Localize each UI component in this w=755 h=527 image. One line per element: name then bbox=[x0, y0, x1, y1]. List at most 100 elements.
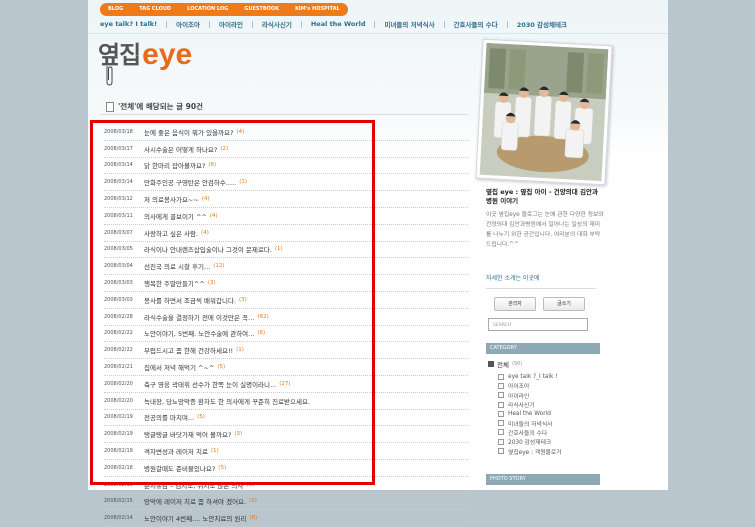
comment-count[interactable]: (1) bbox=[211, 448, 219, 454]
category-item[interactable]: 옆집eye : 객원블로거 bbox=[498, 446, 562, 456]
post-title[interactable]: 의사에게 꼴보이기 ^^ bbox=[144, 211, 207, 221]
comment-count[interactable]: (3) bbox=[208, 280, 216, 286]
post-title[interactable]: 집에서 저녁 해먹기 ^~^ bbox=[144, 362, 214, 372]
comment-count[interactable]: (1) bbox=[236, 347, 244, 353]
list-item[interactable]: 2008/02/15 망막에 레이저 치료 좀 하셔야 겠어요. (2) bbox=[104, 494, 468, 511]
comment-count[interactable]: (5) bbox=[197, 414, 205, 420]
list-item[interactable]: 2008/02/22 부럽드시고 좀 한해 건강하세요!! (1) bbox=[104, 342, 468, 360]
post-title[interactable]: 닭 한마리 잡아볼까요? bbox=[144, 160, 205, 170]
category-label[interactable]: 2030 감성재테크 bbox=[508, 437, 551, 446]
admin-button[interactable]: 관리자 bbox=[494, 297, 536, 311]
post-title[interactable]: 사랑하고 싶은 사람. bbox=[144, 228, 198, 238]
nav-item-2030[interactable]: 2030 감성채테크 bbox=[508, 19, 576, 29]
comment-count[interactable]: (8) bbox=[249, 515, 257, 521]
nav-item-aijoa[interactable]: 아이조아 bbox=[167, 19, 209, 29]
comment-count[interactable]: (4) bbox=[201, 230, 209, 236]
post-title[interactable]: 만화주인공 구영탄은 안검하수..... bbox=[144, 177, 236, 187]
comment-count[interactable]: (2) bbox=[220, 146, 228, 152]
list-item[interactable]: 2008/03/12 저 의료봉사가요~~ (4) bbox=[104, 191, 468, 208]
category-item[interactable]: 라식사신기 bbox=[498, 400, 562, 409]
nav-item-lasik[interactable]: 라식사신기 bbox=[253, 19, 301, 29]
tab-tag-cloud[interactable]: TAG CLOUD bbox=[131, 3, 180, 16]
post-title[interactable]: 탱글탱글 바닷가재 먹어 볼까요? bbox=[144, 429, 231, 439]
post-title[interactable]: 노안이야기, 5번째. 노안수술에 관하여... bbox=[144, 328, 254, 338]
nav-item-heal-the-world[interactable]: Heal the World bbox=[302, 20, 375, 28]
category-label[interactable]: eye talk ?_I talk ! bbox=[508, 374, 558, 380]
post-title[interactable]: 눈에 좋은 음식이 뭐가 있을까요? bbox=[144, 127, 233, 137]
comment-count[interactable]: (6) bbox=[208, 162, 216, 168]
list-item[interactable]: 2008/02/20 녹내장, 당뇨망막증 환자도 한 의사에게 꾸준히 진료받으… bbox=[104, 393, 468, 410]
post-title[interactable]: 행복한 주말만들기^^ bbox=[144, 278, 205, 288]
list-item[interactable]: 2008/02/28 라식수술을 결정하기 전에 이것만은 꼭… (62) bbox=[104, 309, 468, 326]
category-label[interactable]: 옆집eye : 객원블로거 bbox=[508, 447, 562, 456]
comment-count[interactable]: (27) bbox=[279, 381, 290, 387]
comment-count[interactable]: (4) bbox=[236, 129, 244, 135]
post-title[interactable]: 축구 영웅 곽태휘 선수가 한쪽 눈이 실명이라니... bbox=[144, 379, 276, 389]
list-item[interactable]: 2008/02/20 축구 영웅 곽태휘 선수가 한쪽 눈이 실명이라니... (2… bbox=[104, 376, 468, 393]
list-item[interactable]: 2008/03/03 행복한 주말만들기^^ (3) bbox=[104, 275, 468, 292]
category-item[interactable]: 간호사들의 수다 bbox=[498, 428, 562, 437]
category-item[interactable]: 아이조아 bbox=[498, 381, 562, 390]
category-label[interactable]: 라식사신기 bbox=[508, 400, 535, 409]
category-label[interactable]: 아이라인 bbox=[508, 391, 529, 400]
post-title[interactable]: 저 의료봉사가요~~ bbox=[144, 194, 199, 204]
post-title[interactable]: 라식이나 안내렌즈삽입술이나 그것이 문제로다. bbox=[144, 244, 272, 254]
post-title[interactable]: 노안이야기 4번째.... 노안치료의 원리 bbox=[144, 513, 246, 523]
post-title[interactable]: 춘지유감 – 검지도, 뉘지도 않은 의사 bbox=[144, 480, 243, 490]
post-title[interactable]: 봉사를 하면서 조금씩 배워갑니다. bbox=[144, 295, 236, 305]
post-title[interactable]: 부럽드시고 좀 한해 건강하세요!! bbox=[144, 345, 233, 355]
list-item[interactable]: 2008/02/21 집에서 저녁 해먹기 ^~^ (5) bbox=[104, 359, 468, 376]
category-item[interactable]: eye talk ?_I talk ! bbox=[498, 372, 562, 381]
nav-item-ailine[interactable]: 아이라인 bbox=[210, 19, 252, 29]
comment-count[interactable]: (6) bbox=[257, 330, 265, 336]
profile-more-link[interactable]: 자세한 소개는 이곳에 bbox=[486, 273, 540, 282]
post-title[interactable]: 사시수술은 어떻게 하나요? bbox=[144, 144, 217, 154]
comment-count[interactable]: (3) bbox=[234, 431, 242, 437]
nav-item-dinner[interactable]: 미녀들의 저녁식사 bbox=[375, 19, 443, 29]
post-title[interactable]: 병원갈때도 준비물있나요? bbox=[144, 463, 215, 473]
category-label[interactable]: 미녀들의 저녁식사 bbox=[508, 419, 553, 428]
comment-count[interactable]: (12) bbox=[213, 263, 224, 269]
list-item[interactable]: 2008/02/15 춘지유감 – 검지도, 뉘지도 않은 의사 (6) bbox=[104, 477, 468, 494]
tab-location-log[interactable]: LOCATION LOG bbox=[179, 3, 237, 16]
comment-count[interactable]: (4) bbox=[210, 213, 218, 219]
comment-count[interactable]: (2) bbox=[249, 498, 257, 504]
tab-blog[interactable]: BLOG bbox=[100, 3, 132, 16]
list-item[interactable]: 2008/03/07 사랑하고 싶은 사람. (4) bbox=[104, 225, 468, 242]
list-item[interactable]: 2008/03/14 만화주인공 구영탄은 안검하수..... (1) bbox=[104, 174, 468, 192]
category-item[interactable]: 아이라인 bbox=[498, 391, 562, 400]
list-item[interactable]: 2008/03/14 닭 한마리 잡아볼까요? (6) bbox=[104, 158, 468, 175]
comment-count[interactable]: (5) bbox=[218, 465, 226, 471]
post-title[interactable]: 격자변성과 레이저 치료 bbox=[144, 446, 208, 456]
comment-count[interactable]: (1) bbox=[239, 179, 247, 185]
list-item[interactable]: 2008/02/18 병원갈때도 준비물있나요? (5) bbox=[104, 460, 468, 477]
list-item[interactable]: 2008/03/17 사시수술은 어떻게 하나요? (2) bbox=[104, 141, 468, 158]
comment-count[interactable]: (3) bbox=[239, 297, 247, 303]
post-title[interactable]: 녹내장, 당뇨망막증 환자도 한 의사에게 꾸준히 진료받으세요. bbox=[144, 396, 310, 406]
list-item[interactable]: 2008/03/05 라식이나 안내렌즈삽입술이나 그것이 문제로다. (1) bbox=[104, 242, 468, 259]
list-item[interactable]: 2008/03/03 봉사를 하면서 조금씩 배워갑니다. (3) bbox=[104, 292, 468, 309]
tab-guestbook[interactable]: GUESTBOOK bbox=[236, 3, 288, 16]
list-item[interactable]: 2008/03/04 선진국 의료 시찰 후기... (12) bbox=[104, 258, 468, 276]
list-item[interactable]: 2008/03/18 눈에 좋은 음식이 뭐가 있을까요? (4) bbox=[104, 124, 468, 141]
category-item[interactable]: 미녀들의 저녁식사 bbox=[498, 418, 562, 428]
list-item[interactable]: 2008/02/22 노안이야기, 5번째. 노안수술에 관하여... (6) bbox=[104, 326, 468, 343]
nav-item-eye-talk[interactable]: eye talk? I talk! bbox=[100, 20, 166, 28]
post-title[interactable]: 전공의를 마치며... bbox=[144, 412, 194, 422]
post-title[interactable]: 선진국 의료 시찰 후기... bbox=[144, 261, 210, 271]
list-item[interactable]: 2008/02/14 노안이야기 4번째.... 노안치료의 원리 (8) bbox=[104, 510, 468, 527]
category-root[interactable]: 전체 (90) bbox=[488, 359, 522, 369]
list-item[interactable]: 2008/02/19 격자변성과 레이저 치료 (1) bbox=[104, 443, 468, 460]
category-item[interactable]: 2030 감성재테크 bbox=[498, 437, 562, 446]
list-item[interactable]: 2008/02/19 전공의를 마치며... (5) bbox=[104, 410, 468, 427]
category-root-label[interactable]: 전체 bbox=[497, 359, 509, 369]
write-button[interactable]: 글쓰기 bbox=[543, 297, 585, 311]
comment-count[interactable]: (62) bbox=[257, 314, 268, 320]
post-title[interactable]: 망막에 레이저 치료 좀 하셔야 겠어요. bbox=[144, 496, 246, 506]
category-label[interactable]: 아이조아 bbox=[508, 381, 529, 390]
comment-count[interactable]: (4) bbox=[202, 196, 210, 202]
category-label[interactable]: Heal the World bbox=[508, 411, 551, 417]
list-item[interactable]: 2008/03/11 의사에게 꼴보이기 ^^ (4) bbox=[104, 208, 468, 225]
tab-kims-hospital[interactable]: KIM's HOSPITAL bbox=[287, 3, 348, 16]
nav-item-nurses[interactable]: 간호사들의 수다 bbox=[445, 19, 507, 29]
